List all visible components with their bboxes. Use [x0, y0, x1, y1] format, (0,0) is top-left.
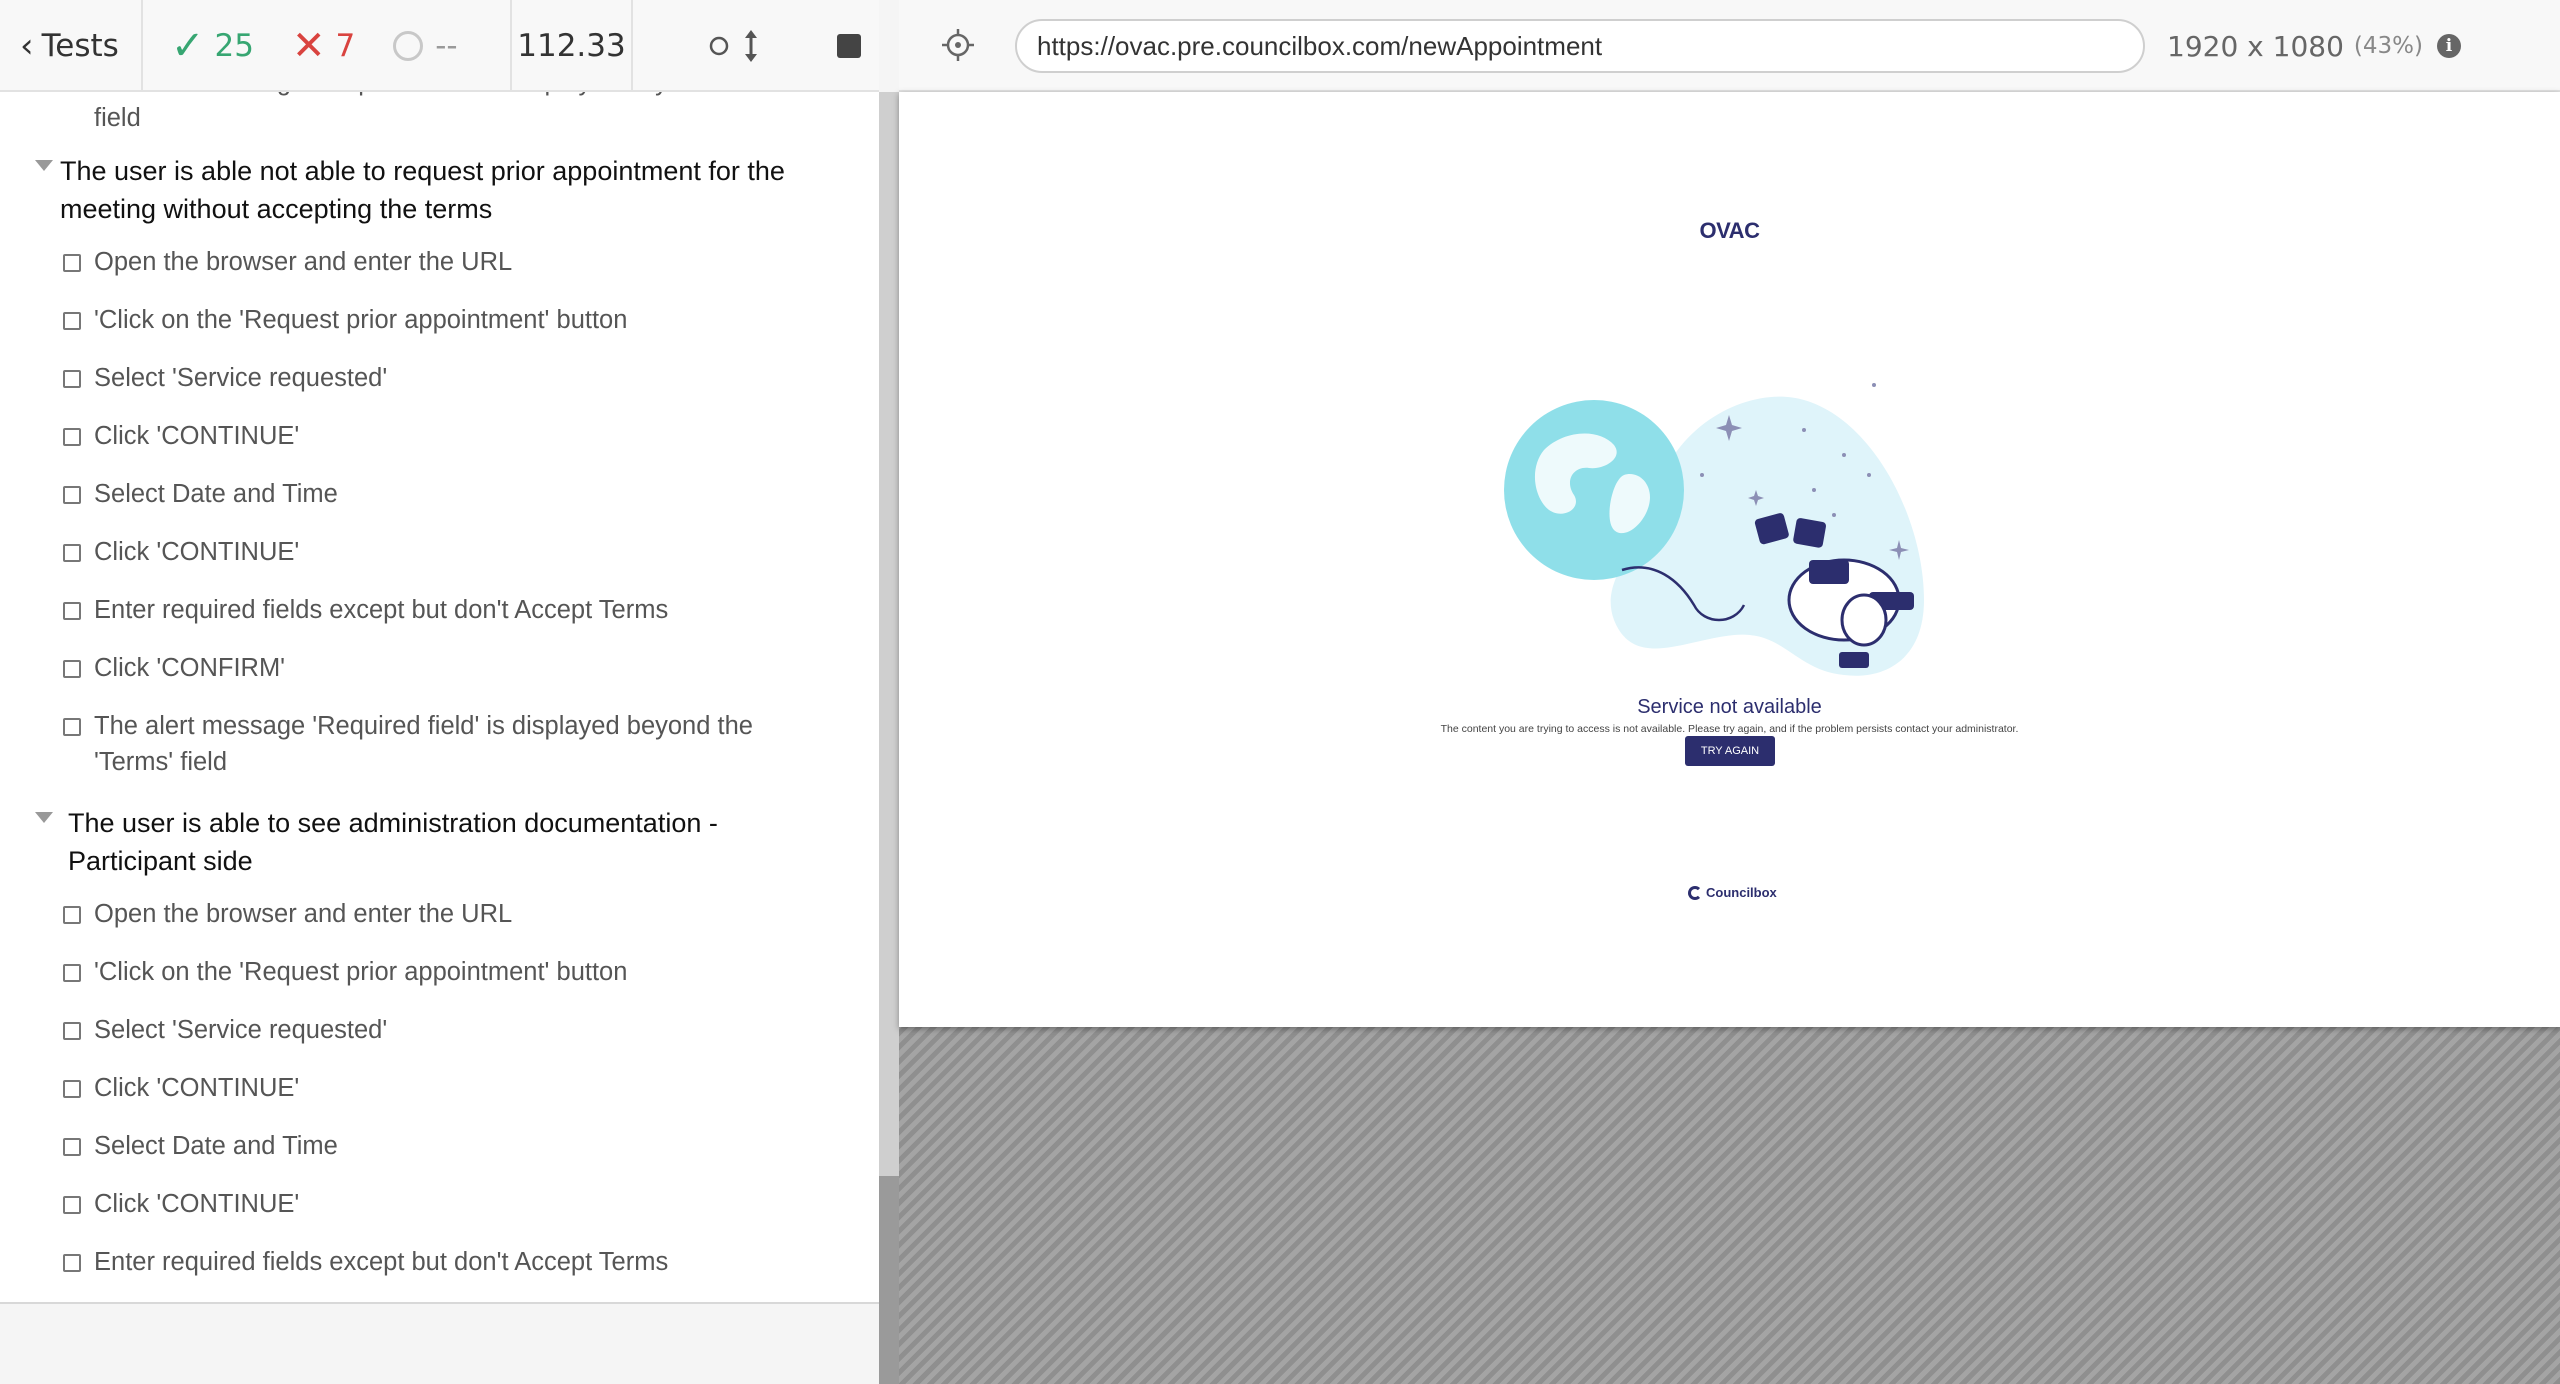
- collapse-triangle-icon: [35, 812, 53, 823]
- councilbox-logo: Councilbox: [1688, 885, 1777, 900]
- checkbox-icon: [63, 254, 81, 272]
- step-item[interactable]: Select Date and Time: [0, 1128, 879, 1164]
- checkbox-icon: [63, 718, 81, 736]
- step-item[interactable]: Open the browser and enter the URL: [0, 896, 879, 932]
- suite-header[interactable]: The user is able to see administration d…: [0, 804, 879, 880]
- checkbox-icon: [63, 660, 81, 678]
- step-label: Select Date and Time: [94, 480, 338, 508]
- auto-scroll-icon: [709, 30, 757, 62]
- step-label: Select 'Service requested': [94, 1016, 388, 1044]
- step-item[interactable]: 'Click on the 'Request prior appointment…: [0, 954, 879, 990]
- step-label: Click 'CONFIRM': [94, 654, 286, 682]
- run-duration: 112.33: [510, 0, 633, 92]
- step-item[interactable]: Click 'CONTINUE': [0, 534, 879, 570]
- step-label: The alert message 'Required field' is di…: [94, 92, 834, 132]
- x-icon: ✕: [291, 23, 326, 69]
- try-again-button[interactable]: TRY AGAIN: [1685, 736, 1775, 766]
- selector-playground-button[interactable]: [931, 18, 985, 72]
- error-description: The content you are trying to access is …: [1440, 723, 2019, 735]
- reporter-scrollbar-thumb[interactable]: [879, 1176, 899, 1384]
- chevron-left-icon: ‹: [20, 26, 34, 66]
- checkbox-icon: [63, 370, 81, 388]
- suite-steps: Open the browser and enter the URL 'Click…: [0, 896, 879, 1280]
- step-label: Enter required fields except but don't A…: [94, 596, 669, 624]
- viewport-scale-text: (43%): [2353, 33, 2423, 59]
- step-item[interactable]: Enter required fields except but don't A…: [0, 1244, 879, 1280]
- step-item[interactable]: Enter required fields except but don't A…: [0, 592, 879, 628]
- failed-count-value: 7: [335, 28, 356, 64]
- passed-count-value: 25: [214, 28, 254, 64]
- step-item[interactable]: Select Date and Time: [0, 476, 879, 512]
- stop-icon[interactable]: [837, 34, 861, 58]
- step-item[interactable]: Select 'Service requested': [0, 360, 879, 396]
- back-label: Tests: [41, 28, 119, 64]
- checkbox-icon: [63, 312, 81, 330]
- pending-count-value: --: [435, 28, 458, 64]
- auto-scroll-toggle[interactable]: [707, 26, 759, 66]
- back-to-tests-button[interactable]: ‹ Tests: [0, 0, 143, 92]
- checkbox-icon: [63, 486, 81, 504]
- suite-title: The user is able not able to request pri…: [60, 156, 785, 224]
- step-label: Select 'Service requested': [94, 364, 388, 392]
- step-item[interactable]: Click 'CONTINUE': [0, 1186, 879, 1222]
- viewport-info[interactable]: 1920 x 1080 (43%) i: [2167, 0, 2461, 92]
- step-label: 'Click on the 'Request prior appointment…: [94, 958, 628, 986]
- suite-steps: Open the browser and enter the URL 'Click…: [0, 244, 879, 780]
- councilbox-mark-icon: [1688, 885, 1702, 900]
- suite-title: The user is able to see administration d…: [68, 808, 718, 876]
- pending-spinner-icon: [393, 31, 424, 61]
- checkbox-icon: [63, 1080, 81, 1098]
- step-label: Open the browser and enter the URL: [94, 248, 513, 276]
- step-label: Select Date and Time: [94, 1132, 338, 1160]
- checkbox-icon: [63, 544, 81, 562]
- failed-count[interactable]: ✕ 7: [292, 23, 355, 69]
- step-item[interactable]: 'Click on the 'Request prior appointment…: [0, 302, 879, 338]
- step-label: Click 'CONTINUE': [94, 1190, 300, 1218]
- step-label: Click 'CONTINUE': [94, 1074, 300, 1102]
- test-list: The alert message 'Required field' is di…: [0, 92, 879, 1304]
- step-label: Click 'CONTINUE': [94, 538, 300, 566]
- aut-header: https://ovac.pre.councilbox.com/newAppoi…: [899, 0, 2560, 92]
- step-item[interactable]: Click 'CONTINUE': [0, 418, 879, 454]
- councilbox-logo-text: Councilbox: [1706, 885, 1777, 900]
- step-label: Click 'CONTINUE': [94, 422, 300, 450]
- checkbox-icon: [63, 602, 81, 620]
- suite-header[interactable]: The user is able not able to request pri…: [0, 152, 879, 228]
- collapse-triangle-icon: [35, 160, 53, 171]
- viewport-size-text: 1920 x 1080: [2167, 29, 2344, 63]
- pending-count[interactable]: --: [393, 28, 458, 64]
- step-item[interactable]: The alert message 'Required field' is di…: [0, 92, 879, 136]
- error-title: Service not available: [1637, 696, 1822, 718]
- step-item[interactable]: The alert message 'Required field' is di…: [0, 708, 879, 780]
- url-display[interactable]: https://ovac.pre.councilbox.com/newAppoi…: [1015, 19, 2145, 73]
- checkbox-icon: [63, 428, 81, 446]
- step-item[interactable]: Open the browser and enter the URL: [0, 244, 879, 280]
- reporter-panel: ‹ Tests ✓ 25 ✕ 7 -- 112.33 field The use…: [0, 0, 879, 1384]
- step-item[interactable]: Click 'CONFIRM': [0, 650, 879, 686]
- app-iframe: OVAC Service not available The content y…: [899, 92, 2560, 1027]
- step-label: The alert message 'Required field' is di…: [94, 712, 753, 776]
- checkbox-icon: [63, 1022, 81, 1040]
- checkbox-icon: [63, 964, 81, 982]
- reporter-controls: [633, 0, 879, 92]
- checkbox-icon: [63, 1254, 81, 1272]
- ovac-logo: OVAC: [1699, 218, 1760, 243]
- crosshair-icon: [942, 29, 974, 61]
- step-label: Enter required fields except but don't A…: [94, 1248, 669, 1276]
- step-item[interactable]: Click 'CONTINUE': [0, 1070, 879, 1106]
- check-icon: ✓: [171, 23, 205, 69]
- checkbox-icon: [63, 1196, 81, 1214]
- passed-count[interactable]: ✓ 25: [171, 23, 254, 69]
- step-item[interactable]: Select 'Service requested': [0, 1012, 879, 1048]
- checkbox-icon: [63, 906, 81, 924]
- info-icon: i: [2436, 34, 2461, 58]
- cypress-runner: ‹ Tests ✓ 25 ✕ 7 -- 112.33 field The use…: [0, 0, 2560, 1384]
- step-label: Open the browser and enter the URL: [94, 900, 513, 928]
- step-label: 'Click on the 'Request prior appointment…: [94, 306, 628, 334]
- aut-panel: https://ovac.pre.councilbox.com/newAppoi…: [899, 0, 2560, 1384]
- astronaut-globe-illustration: [1504, 383, 1924, 676]
- checkbox-icon: [63, 1138, 81, 1156]
